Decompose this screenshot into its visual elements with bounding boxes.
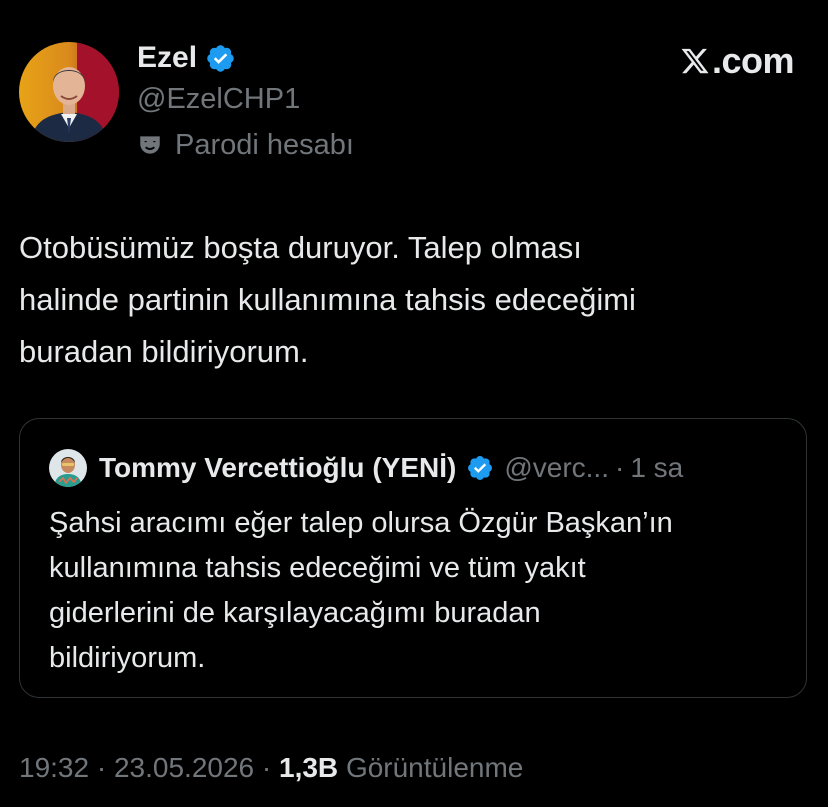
verified-badge-icon: [468, 456, 493, 480]
tweet-text-line: buradan bildiriyorum.: [19, 334, 309, 369]
theater-mask-icon: [140, 136, 160, 154]
parody-label: Parodi hesabı: [175, 129, 354, 161]
views-count: 1,3B: [279, 752, 339, 783]
quoted-author-avatar[interactable]: [49, 449, 87, 487]
author-display-name[interactable]: Ezel: [137, 40, 197, 76]
meta-separator: ·: [96, 752, 107, 783]
tweet-text-line: Otobüsümüz boşta duruyor. Talep olması: [19, 230, 582, 265]
x-logo-icon: [681, 48, 709, 74]
quoted-author-avatar-image: [49, 449, 87, 487]
author-avatar[interactable]: [19, 42, 119, 142]
quoted-text-line: giderlerini de karşılayacağımı buradan: [49, 597, 541, 629]
quoted-tweet-text: Şahsi aracımı eğer talep olursa Özgür Ba…: [49, 501, 673, 681]
quoted-separator: ·: [615, 452, 625, 483]
author-handle[interactable]: @EzelCHP1: [137, 82, 300, 116]
quoted-text-line: bildiriyorum.: [49, 642, 206, 674]
quoted-text-line: kullanımına tahsis edeceğimi ve tüm yakı…: [49, 552, 586, 584]
tweet-meta: 19:32 · 23.05.2026 · 1,3B Görüntülenme: [19, 752, 523, 784]
quoted-tweet-card[interactable]: Tommy Vercettioğlu (YENİ) @verc... · 1 s…: [19, 418, 807, 698]
meta-separator: ·: [261, 752, 272, 783]
tweet-time[interactable]: 19:32: [19, 752, 89, 783]
brand-domain: .com: [711, 40, 795, 81]
x-com-brand: .com: [680, 40, 795, 82]
views-label: Görüntülenme: [345, 752, 524, 783]
parody-label-row: Parodi hesabı: [137, 128, 354, 162]
quoted-text-line: Şahsi aracımı eğer talep olursa Özgür Ba…: [49, 507, 673, 539]
tweet-date[interactable]: 23.05.2026: [114, 752, 254, 783]
verified-badge-icon: [207, 44, 234, 72]
author-avatar-image: [19, 42, 119, 142]
tweet-text-line: halinde partinin kullanımına tahsis edec…: [19, 282, 636, 317]
author-name-row: Ezel: [137, 40, 236, 76]
quoted-author-display-name[interactable]: Tommy Vercettioğlu (YENİ): [99, 452, 456, 484]
quoted-tweet-header: Tommy Vercettioğlu (YENİ) @verc... · 1 s…: [49, 449, 683, 487]
quoted-timestamp[interactable]: 1 sa: [630, 452, 683, 484]
tweet-text: Otobüsümüz boşta duruyor. Talep olması h…: [19, 222, 809, 378]
quoted-author-handle[interactable]: @verc...: [504, 452, 609, 484]
